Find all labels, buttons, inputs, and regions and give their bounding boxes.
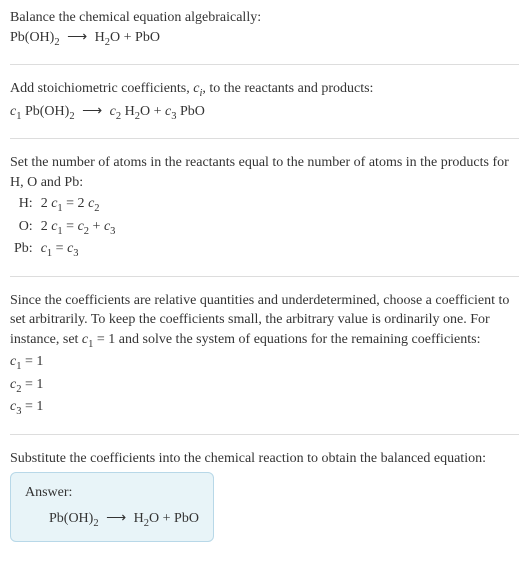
problem-equation: Pb(OH)2 ⟶ H2O + PbO bbox=[10, 28, 519, 50]
arrow-icon: ⟶ bbox=[78, 104, 106, 119]
s: 3 bbox=[73, 248, 78, 259]
section-atoms: Set the number of atoms in the reactants… bbox=[10, 153, 519, 277]
section-answer: Substitute the coefficients into the che… bbox=[10, 449, 519, 551]
coefficients-text: Add stoichiometric coefficients, ci, to … bbox=[10, 79, 519, 101]
section-problem: Balance the chemical equation algebraica… bbox=[10, 8, 519, 65]
reactant-sub: 2 bbox=[54, 36, 59, 47]
h-eq: 2 c1 = 2 c2 bbox=[37, 194, 120, 216]
sp1-sub: 2 bbox=[69, 110, 74, 121]
o-eq: 2 c1 = c2 + c3 bbox=[37, 217, 120, 239]
arrow-icon: ⟶ bbox=[63, 30, 91, 45]
reactant-sub: 2 bbox=[93, 518, 98, 529]
reactant-text: Pb(OH) bbox=[49, 511, 93, 526]
t: = 2 bbox=[63, 196, 88, 211]
coeff-line-2: c2 = 1 bbox=[10, 375, 519, 397]
t: = bbox=[63, 219, 78, 234]
section-solve: Since the coefficients are relative quan… bbox=[10, 291, 519, 435]
text-b: , to the reactants and products: bbox=[202, 81, 373, 96]
table-row: H: 2 c1 = 2 c2 bbox=[10, 194, 119, 216]
coeff-line-3: c3 = 1 bbox=[10, 397, 519, 419]
t: 2 bbox=[41, 219, 52, 234]
t: = 1 bbox=[21, 354, 43, 369]
product-text: H bbox=[95, 30, 105, 45]
sp2: H bbox=[121, 104, 135, 119]
atoms-text: Set the number of atoms in the reactants… bbox=[10, 153, 519, 192]
answer-box: Answer: Pb(OH)2 ⟶ H2O + PbO bbox=[10, 472, 214, 542]
product-text-b: O + PbO bbox=[149, 511, 199, 526]
h-label: H: bbox=[10, 194, 37, 216]
solve-text: Since the coefficients are relative quan… bbox=[10, 291, 519, 353]
sp1: Pb(OH) bbox=[21, 104, 69, 119]
sp2b: O + bbox=[140, 104, 165, 119]
sp3: PbO bbox=[176, 104, 204, 119]
text-b: = 1 and solve the system of equations fo… bbox=[93, 332, 480, 347]
o-label: O: bbox=[10, 217, 37, 239]
s: 2 bbox=[94, 203, 99, 214]
problem-title: Balance the chemical equation algebraica… bbox=[10, 8, 519, 28]
answer-equation: Pb(OH)2 ⟶ H2O + PbO bbox=[25, 509, 199, 531]
coeff-equation: c1 Pb(OH)2 ⟶ c2 H2O + c3 PbO bbox=[10, 102, 519, 124]
section-coefficients: Add stoichiometric coefficients, ci, to … bbox=[10, 79, 519, 139]
arrow-icon: ⟶ bbox=[102, 511, 130, 526]
answer-text: Substitute the coefficients into the che… bbox=[10, 449, 519, 469]
coeff-line-1: c1 = 1 bbox=[10, 352, 519, 374]
t: + bbox=[89, 219, 104, 234]
t: = 1 bbox=[21, 377, 43, 392]
atoms-table: H: 2 c1 = 2 c2 O: 2 c1 = c2 + c3 Pb: c1 … bbox=[10, 194, 119, 261]
table-row: O: 2 c1 = c2 + c3 bbox=[10, 217, 119, 239]
t: = 1 bbox=[21, 399, 43, 414]
answer-label: Answer: bbox=[25, 483, 199, 503]
table-row: Pb: c1 = c3 bbox=[10, 239, 119, 261]
pb-label: Pb: bbox=[10, 239, 37, 261]
reactant-text: Pb(OH) bbox=[10, 30, 54, 45]
pb-eq: c1 = c3 bbox=[37, 239, 120, 261]
text-a: Add stoichiometric coefficients, bbox=[10, 81, 193, 96]
s: 3 bbox=[110, 226, 115, 237]
t: = bbox=[52, 241, 67, 256]
product-text-b: O + PbO bbox=[110, 30, 160, 45]
product-text: H bbox=[134, 511, 144, 526]
t: 2 bbox=[41, 196, 52, 211]
